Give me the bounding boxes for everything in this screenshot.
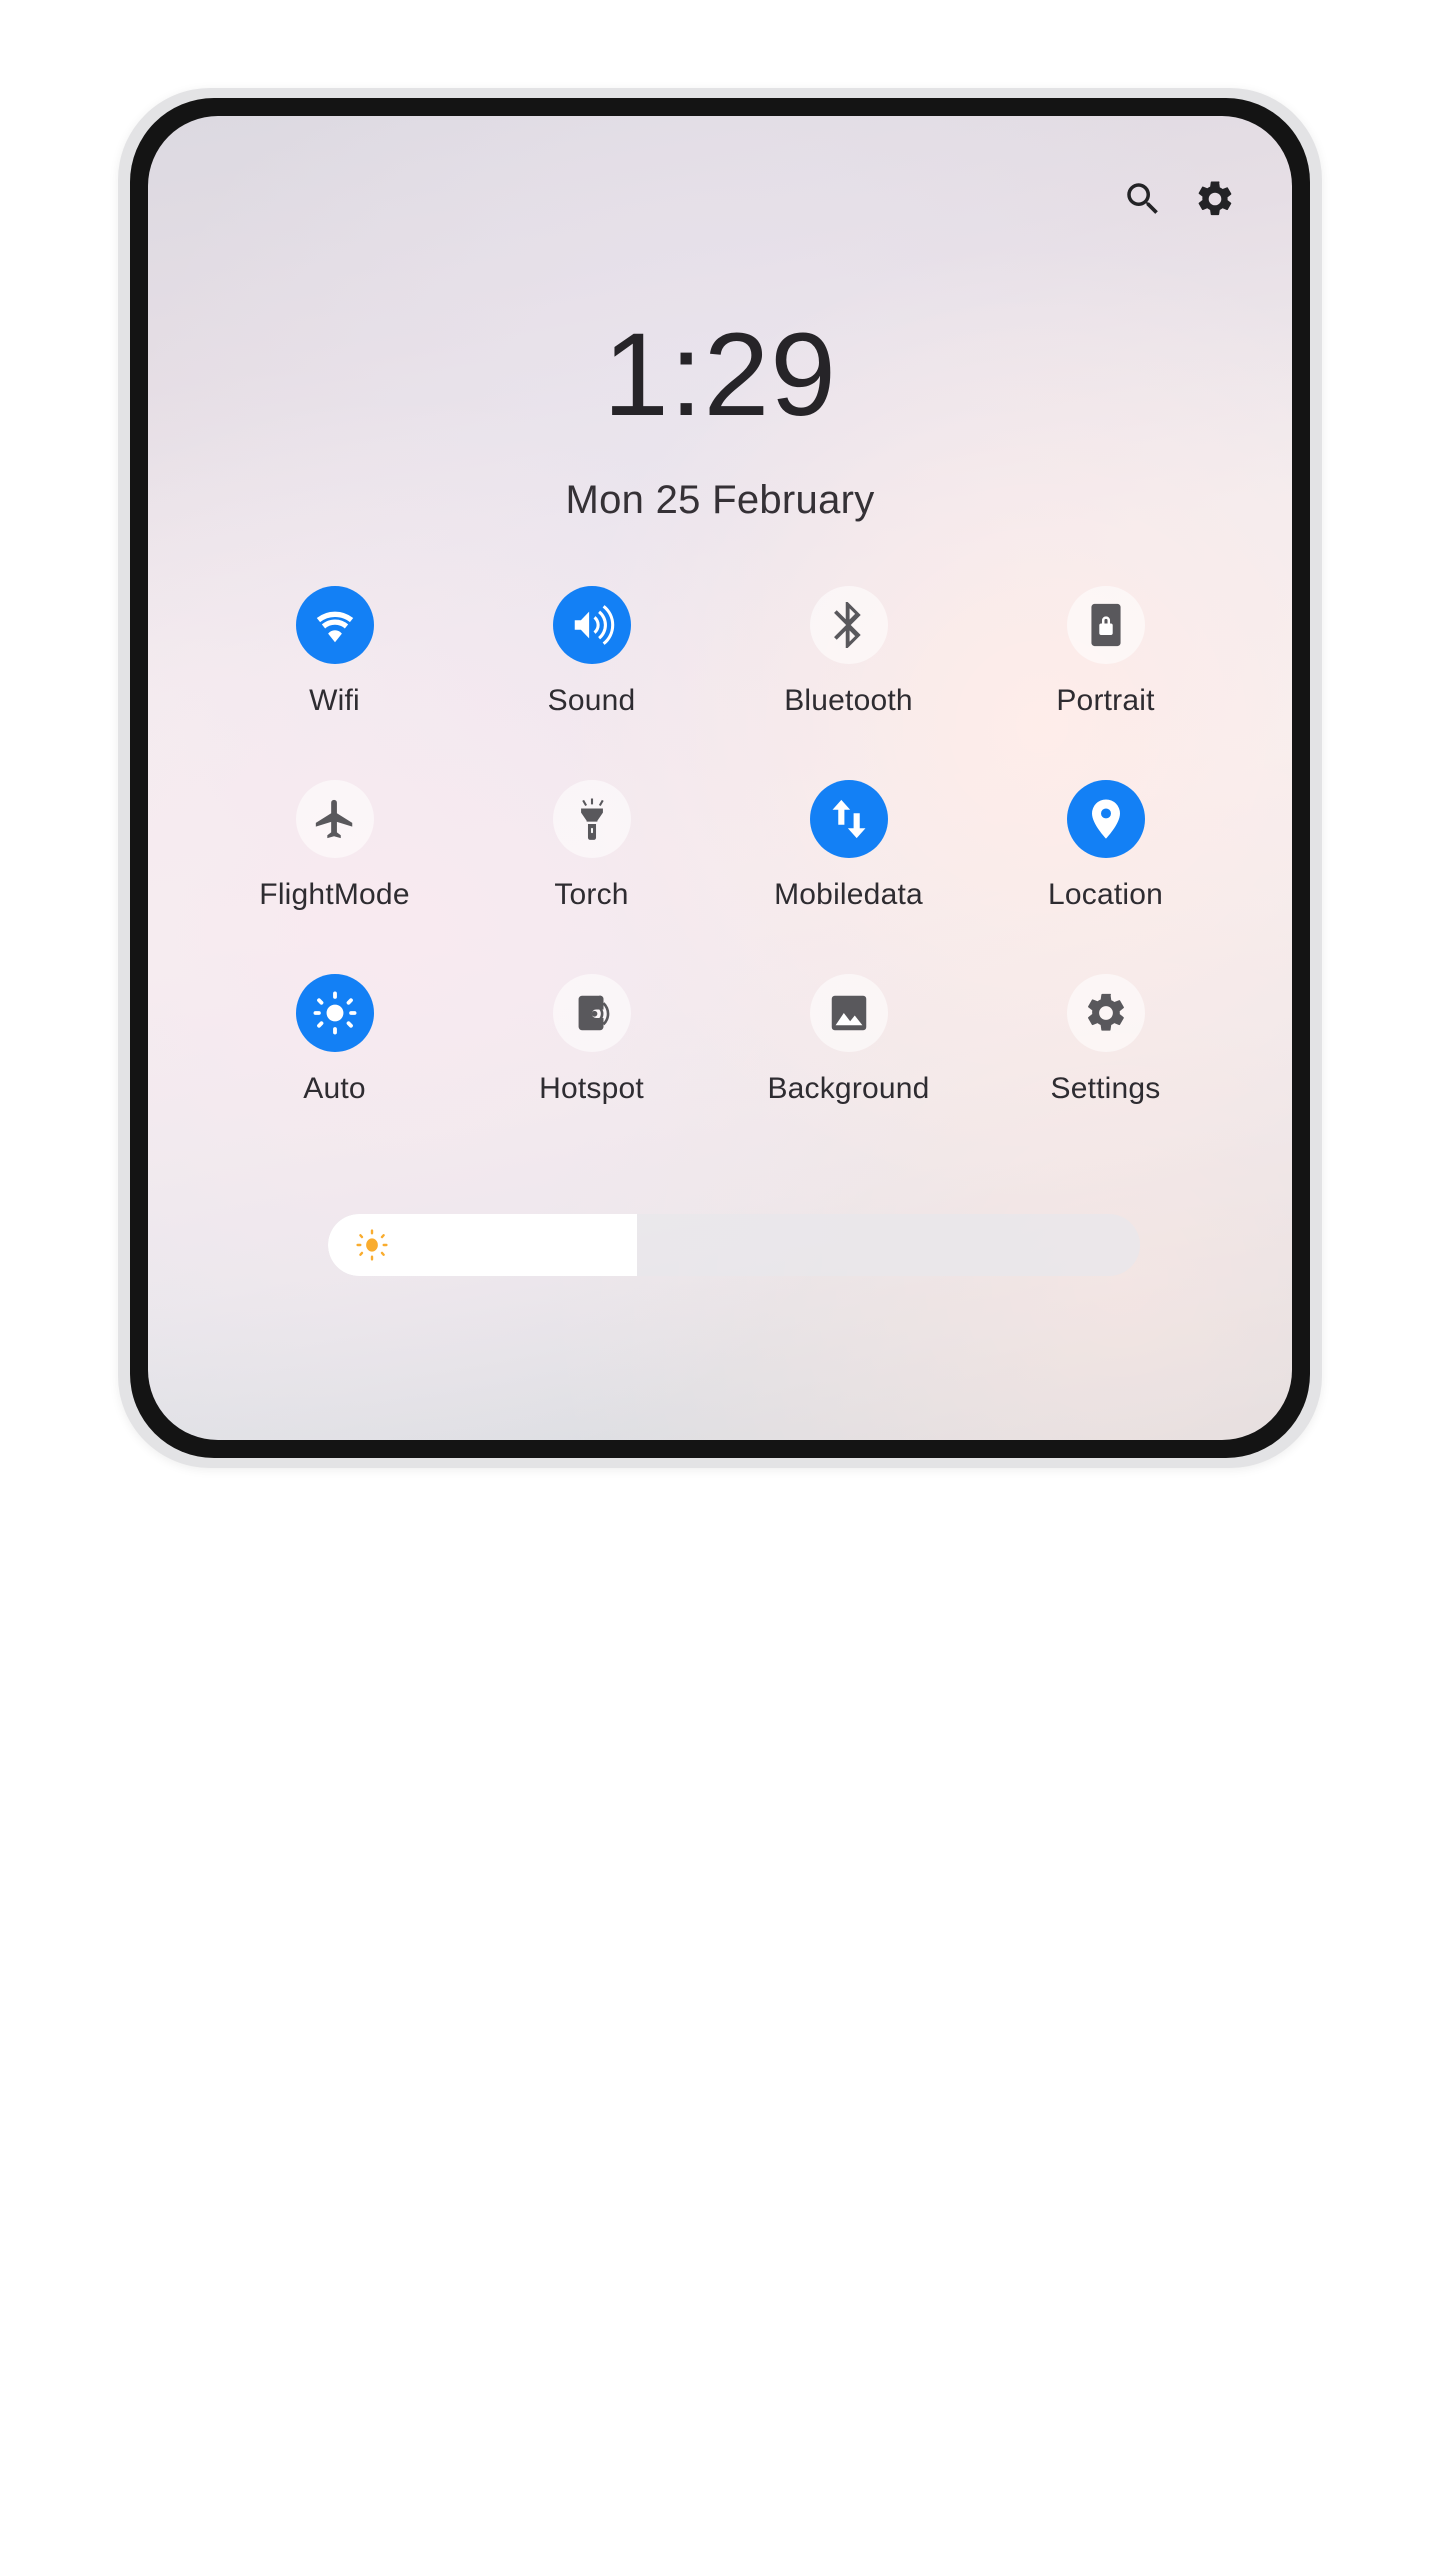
quick-tile-label: Sound [547,684,636,717]
quick-tile-label: Wifi [309,684,360,717]
quick-tile-flightmode[interactable]: FlightMode [206,780,463,912]
quick-tile-wifi[interactable]: Wifi [206,586,463,718]
quick-tile-portrait[interactable]: Portrait [977,586,1234,718]
quick-tile-label: Torch [554,878,629,911]
status-bar [1122,178,1236,220]
gear-icon[interactable] [1066,974,1145,1052]
data-arrows-icon[interactable] [809,780,888,858]
screen-lock-icon[interactable] [1066,586,1145,664]
clock-time: 1:29 [603,309,837,441]
volume-icon[interactable] [552,586,631,664]
quick-tile-label: Portrait [1056,684,1155,717]
quick-tile-settings[interactable]: Settings [977,974,1234,1106]
bluetooth-icon[interactable] [809,586,888,664]
quick-tile-label: FlightMode [259,878,410,911]
quick-tile-label: Settings [1050,1072,1161,1105]
quick-tile-mobiledata[interactable]: Mobiledata [720,780,977,912]
clock-date: Mon 25 February [565,478,875,522]
quick-tile-label: Auto [303,1072,366,1105]
quick-tile-auto[interactable]: Auto [206,974,463,1106]
quick-tile-sound[interactable]: Sound [463,586,720,718]
quick-tile-label: Bluetooth [784,684,913,717]
quick-tile-label: Location [1047,878,1164,911]
quick-tile-bluetooth[interactable]: Bluetooth [720,586,977,718]
brightness-icon[interactable] [295,974,374,1052]
airplane-icon[interactable] [295,780,374,858]
brightness-slider[interactable] [328,1214,1140,1276]
wifi-icon[interactable] [295,586,374,664]
quick-settings-grid: Wifi Sound Bluetooth Portrait FlightMode… [206,586,1234,1106]
location-pin-icon[interactable] [1066,780,1145,858]
phone-screen: 1:29 Mon 25 February Wifi Sound Bluetoot… [148,116,1292,1440]
quick-tile-background[interactable]: Background [720,974,977,1106]
quick-tile-torch[interactable]: Torch [463,780,720,912]
flashlight-icon[interactable] [552,780,631,858]
search-icon[interactable] [1122,178,1164,220]
gear-icon[interactable] [1194,178,1236,220]
quick-tile-location[interactable]: Location [977,780,1234,912]
sun-icon [354,1227,390,1263]
quick-tile-label: Mobiledata [774,878,923,911]
quick-tile-label: Background [767,1072,930,1105]
quick-tile-label: Hotspot [539,1072,644,1105]
image-icon[interactable] [809,974,888,1052]
clock-block: 1:29 Mon 25 February [148,316,1292,523]
hotspot-icon[interactable] [552,974,631,1052]
quick-tile-hotspot[interactable]: Hotspot [463,974,720,1106]
